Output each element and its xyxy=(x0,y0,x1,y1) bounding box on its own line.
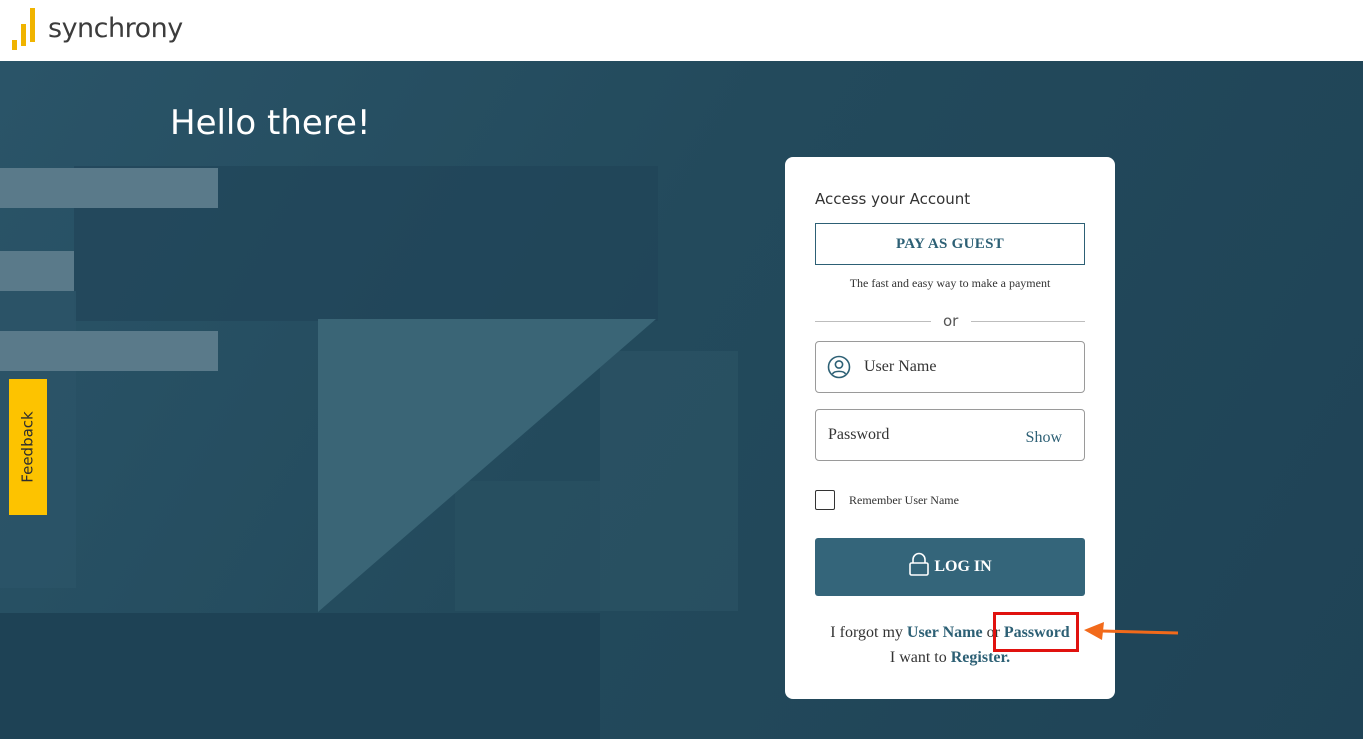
hero-bar xyxy=(0,168,218,208)
hero-shape xyxy=(0,613,600,739)
user-circle-icon xyxy=(827,355,851,379)
password-placeholder: Password xyxy=(828,426,890,443)
synchrony-logo[interactable]: synchrony xyxy=(12,8,183,50)
or-text: or xyxy=(943,312,959,330)
remember-username-row: Remember User Name xyxy=(815,490,959,510)
annotation-highlight-box xyxy=(993,612,1079,652)
hero-shape xyxy=(600,351,738,611)
divider-line xyxy=(971,321,1085,322)
divider-line xyxy=(815,321,931,322)
password-field[interactable]: Password Show xyxy=(815,409,1085,461)
guest-subtitle: The fast and easy way to make a payment xyxy=(849,276,1051,290)
arrow-left-icon xyxy=(1084,622,1179,640)
login-button-label: LOG IN xyxy=(934,558,992,575)
register-prefix: I want to xyxy=(889,649,947,666)
hero-bar xyxy=(0,251,74,291)
remember-username-checkbox[interactable] xyxy=(815,490,835,510)
lock-icon xyxy=(909,552,930,576)
feedback-label: Feedback xyxy=(19,411,37,483)
feedback-tab[interactable]: Feedback xyxy=(9,379,47,515)
top-bar: synchrony xyxy=(0,0,1363,61)
show-password-toggle[interactable]: Show xyxy=(1026,429,1062,447)
hero-shape xyxy=(455,481,600,611)
logo-text: synchrony xyxy=(48,13,183,44)
username-field[interactable]: User Name xyxy=(815,341,1085,393)
pay-as-guest-button[interactable]: PAY AS GUEST xyxy=(815,223,1085,265)
logo-mark-icon xyxy=(12,8,40,50)
forgot-username-link[interactable]: User Name xyxy=(907,624,983,641)
or-divider: or xyxy=(815,312,1085,332)
login-button[interactable]: LOG IN xyxy=(815,538,1085,596)
remember-username-label: Remember User Name xyxy=(849,492,959,507)
hero-bar xyxy=(0,331,218,371)
card-title: Access your Account xyxy=(815,190,971,208)
forgot-prefix: I forgot my xyxy=(830,624,903,641)
username-placeholder: User Name xyxy=(864,358,937,375)
greeting-heading: Hello there! xyxy=(170,103,371,143)
